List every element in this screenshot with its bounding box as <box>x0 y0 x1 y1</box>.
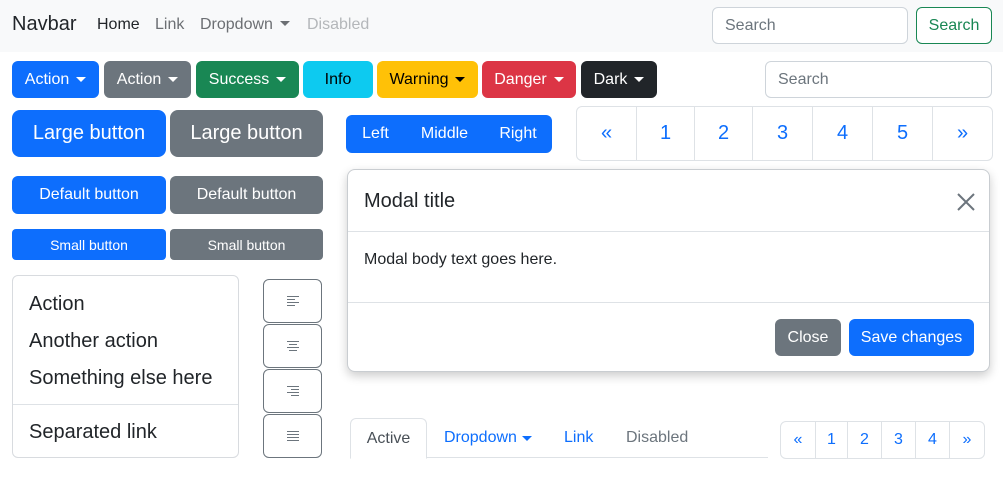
caret-down-icon <box>279 21 290 26</box>
pagination-small-prev[interactable]: « <box>781 422 816 458</box>
small-primary-button[interactable]: Small button <box>12 229 166 260</box>
dropdown-item-another-action[interactable]: Another action <box>29 330 158 353</box>
button-group-middle[interactable]: Middle <box>405 115 484 153</box>
pagination-page-4[interactable]: 4 <box>813 107 873 160</box>
pagination-small: « 1 2 3 4 » <box>780 421 985 459</box>
pagination-small-page-2[interactable]: 2 <box>848 422 882 458</box>
tab-dropdown-label: Dropdown <box>444 429 517 446</box>
modal-dialog: Modal title Modal body text goes here. C… <box>347 169 990 372</box>
button-label: Action <box>24 70 70 88</box>
navbar-search-input[interactable] <box>712 7 908 44</box>
button-group-left[interactable]: Left <box>346 115 405 153</box>
align-left-button[interactable] <box>263 279 322 323</box>
button-label: Success <box>208 70 270 88</box>
close-icon[interactable] <box>954 190 978 214</box>
button-label: Warning <box>389 70 449 88</box>
pagination-page-1[interactable]: 1 <box>637 107 695 160</box>
nav-link-link[interactable]: Link <box>155 16 184 34</box>
align-right-icon <box>286 386 299 396</box>
nav-link-dropdown[interactable]: Dropdown <box>200 16 290 34</box>
large-secondary-button[interactable]: Large button <box>170 110 323 157</box>
dark-dropdown-button[interactable]: Dark <box>581 61 657 98</box>
button-label: Action <box>116 70 162 88</box>
button-group: Left Middle Right <box>346 115 552 153</box>
pagination-small-next[interactable]: » <box>950 422 984 458</box>
tab-disabled: Disabled <box>626 429 689 446</box>
nav-link-home[interactable]: Home <box>97 16 140 34</box>
caret-down-icon <box>553 77 564 82</box>
search-input[interactable] <box>765 61 992 98</box>
caret-down-icon <box>455 77 466 82</box>
pagination-page-5[interactable]: 5 <box>873 107 933 160</box>
pagination-page-2[interactable]: 2 <box>695 107 753 160</box>
success-dropdown-button[interactable]: Success <box>196 61 299 98</box>
nav-tabs: Active Dropdown Link Disabled <box>350 418 768 459</box>
large-primary-button[interactable]: Large button <box>12 110 166 157</box>
caret-down-icon <box>168 77 179 82</box>
pagination-large: « 1 2 3 4 5 » <box>576 106 993 161</box>
align-center-icon <box>286 341 299 351</box>
tab-active[interactable]: Active <box>350 418 427 459</box>
info-button[interactable]: Info <box>303 61 373 98</box>
warning-dropdown-button[interactable]: Warning <box>377 61 478 98</box>
dropdown-item-separated-link[interactable]: Separated link <box>29 421 157 444</box>
pagination-page-3[interactable]: 3 <box>753 107 813 160</box>
align-justify-button[interactable] <box>263 414 322 458</box>
caret-down-icon <box>521 435 532 441</box>
align-right-button[interactable] <box>263 369 322 413</box>
modal-save-button[interactable]: Save changes <box>849 319 974 356</box>
dropdown-divider <box>13 404 238 405</box>
navbar-search-button[interactable]: Search <box>916 7 992 44</box>
action-dropdown-button-primary[interactable]: Action <box>12 61 99 98</box>
danger-dropdown-button[interactable]: Danger <box>482 61 576 98</box>
nav-dropdown-label: Dropdown <box>200 16 273 33</box>
button-label: Dark <box>593 70 628 88</box>
dropdown-item-action[interactable]: Action <box>29 293 85 316</box>
button-label: Danger <box>494 70 547 88</box>
navbar-brand[interactable]: Navbar <box>12 13 76 36</box>
pagination-next[interactable]: » <box>933 107 992 160</box>
tab-dropdown[interactable]: Dropdown <box>444 418 532 458</box>
dropdown-menu: Action Another action Something else her… <box>12 275 239 458</box>
modal-header-divider <box>348 231 989 232</box>
modal-close-button[interactable]: Close <box>775 319 841 356</box>
tab-link[interactable]: Link <box>564 418 593 458</box>
small-secondary-button[interactable]: Small button <box>170 229 323 260</box>
modal-footer-divider <box>348 302 989 303</box>
caret-down-icon <box>276 77 287 82</box>
button-group-right[interactable]: Right <box>484 115 552 153</box>
modal-title: Modal title <box>364 190 456 212</box>
align-center-button[interactable] <box>263 324 322 368</box>
pagination-small-page-1[interactable]: 1 <box>816 422 848 458</box>
align-justify-icon <box>286 431 299 441</box>
nav-link-disabled: Disabled <box>307 16 370 33</box>
navbar: Navbar Home Link Dropdown Disabled Searc… <box>0 0 1003 52</box>
caret-down-icon <box>76 77 87 82</box>
pagination-prev[interactable]: « <box>577 107 637 160</box>
default-secondary-button[interactable]: Default button <box>170 176 323 214</box>
align-left-icon <box>286 296 299 306</box>
modal-body-text: Modal body text goes here. <box>364 251 558 268</box>
dropdown-item-something-else[interactable]: Something else here <box>29 367 212 390</box>
pagination-small-page-3[interactable]: 3 <box>882 422 916 458</box>
default-primary-button[interactable]: Default button <box>12 176 166 214</box>
caret-down-icon <box>634 77 645 82</box>
pagination-small-page-4[interactable]: 4 <box>916 422 950 458</box>
action-dropdown-button-secondary[interactable]: Action <box>104 61 191 98</box>
